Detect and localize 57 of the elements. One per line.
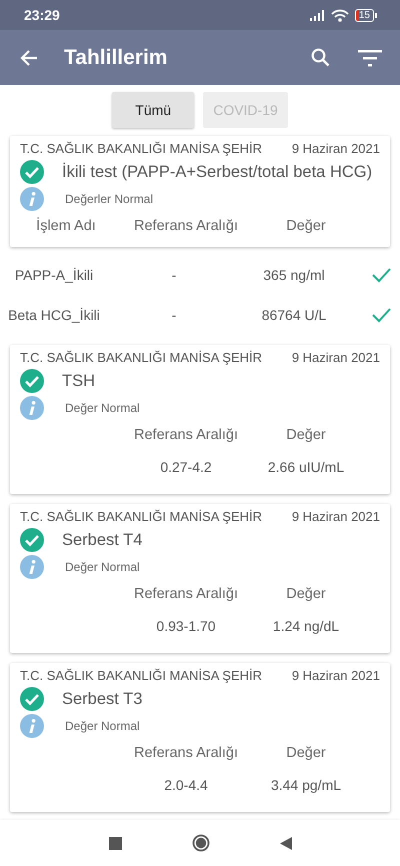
column-header: Referans Aralığı <box>133 217 239 236</box>
screen-title: Tahlillerim <box>64 46 168 70</box>
back-arrow-icon[interactable] <box>20 48 38 66</box>
home-button[interactable] <box>192 834 210 852</box>
test-name: Serbest T4 <box>62 530 142 551</box>
test-name: TSH <box>62 371 95 392</box>
result-note: Değer Normal <box>65 719 140 733</box>
test-value: 3.44 pg/mL <box>270 776 342 795</box>
result-date: 9 Haziran 2021 <box>292 668 380 683</box>
column-header: Referans Aralığı <box>133 744 239 763</box>
back-button[interactable] <box>280 836 292 850</box>
test-name: İkili test (PAPP-A+Serbest/total beta HCG) <box>62 162 372 183</box>
signal-icon <box>308 9 325 21</box>
hospital-name: T.C. SAĞLIK BAKANLIĞI MANİSA ŞEHİR <box>20 509 262 524</box>
result-card[interactable]: T.C. SAĞLIK BAKANLIĞI MANİSA ŞEHİR 9 Haziran 2021 İkili test (PAPP-A+Serbest/total beta HCG) Değerler Normal İşlem Adı Referans Aralığı Değer <box>10 136 390 247</box>
column-header: Değer <box>285 585 327 604</box>
column-header: Referans Aralığı <box>133 585 239 604</box>
test-item-name: Beta HCG_İkili <box>7 306 101 325</box>
test-value: 2.66 uIU/mL <box>266 458 346 477</box>
result-note: Değer Normal <box>65 401 140 415</box>
result-date: 9 Haziran 2021 <box>292 350 380 365</box>
test-name: Serbest T3 <box>62 689 142 710</box>
column-header: İşlem Adı <box>35 216 97 236</box>
column-header: Referans Aralığı <box>133 426 239 445</box>
wifi-icon <box>330 8 349 22</box>
test-value: 365 ng/ml <box>262 266 326 285</box>
test-value: 1.24 ng/dL <box>272 617 340 636</box>
reference-range: 0.27-4.2 <box>159 458 213 477</box>
result-card[interactable]: T.C. SAĞLIK BAKANLIĞI MANİSA ŞEHİR 9 Haziran 2021 TSH Değer Normal Referans Aralığı Değer 0.27-4.2 2.66 uIU/mL <box>10 345 390 494</box>
info-icon <box>20 187 44 211</box>
filter-icon[interactable] <box>358 48 382 66</box>
test-value: 86764 U/L <box>260 306 328 325</box>
reference-range: - <box>170 306 178 325</box>
column-header: Değer <box>285 426 327 445</box>
result-date: 9 Haziran 2021 <box>292 141 380 156</box>
info-icon <box>20 555 44 579</box>
reference-range: 0.93-1.70 <box>155 617 217 636</box>
test-item-name: PAPP-A_İkili <box>14 266 94 285</box>
column-header: Değer <box>285 217 327 236</box>
hospital-name: T.C. SAĞLIK BAKANLIĞI MANİSA ŞEHİR <box>20 350 262 365</box>
reference-range: - <box>170 266 178 285</box>
info-icon <box>20 396 44 420</box>
hospital-name: T.C. SAĞLIK BAKANLIĞI MANİSA ŞEHİR <box>20 141 262 156</box>
result-card[interactable]: T.C. SAĞLIK BAKANLIĞI MANİSA ŞEHİR 9 Haziran 2021 Serbest T3 Değer Normal Referans Aralığı Değer 2.0-4.4 3.44 pg/mL <box>10 663 390 812</box>
recents-button[interactable] <box>108 836 122 850</box>
result-card[interactable]: T.C. SAĞLIK BAKANLIĞI MANİSA ŞEHİR 9 Haziran 2021 Serbest T4 Değer Normal Referans Aralığı Değer 0.93-1.70 1.24 ng/dL <box>10 504 390 653</box>
result-note: Değerler Normal <box>65 192 154 206</box>
battery-indicator: 15 <box>354 8 377 22</box>
clock: 23:29 <box>24 7 60 23</box>
column-header: Değer <box>285 744 327 763</box>
hospital-name: T.C. SAĞLIK BAKANLIĞI MANİSA ŞEHİR <box>20 668 262 683</box>
result-date: 9 Haziran 2021 <box>292 509 380 524</box>
result-note: Değer Normal <box>65 560 140 574</box>
info-icon <box>20 714 44 738</box>
search-icon[interactable] <box>311 48 330 67</box>
reference-range: 2.0-4.4 <box>163 776 209 795</box>
filter-tab[interactable]: Tümü <box>112 92 194 128</box>
